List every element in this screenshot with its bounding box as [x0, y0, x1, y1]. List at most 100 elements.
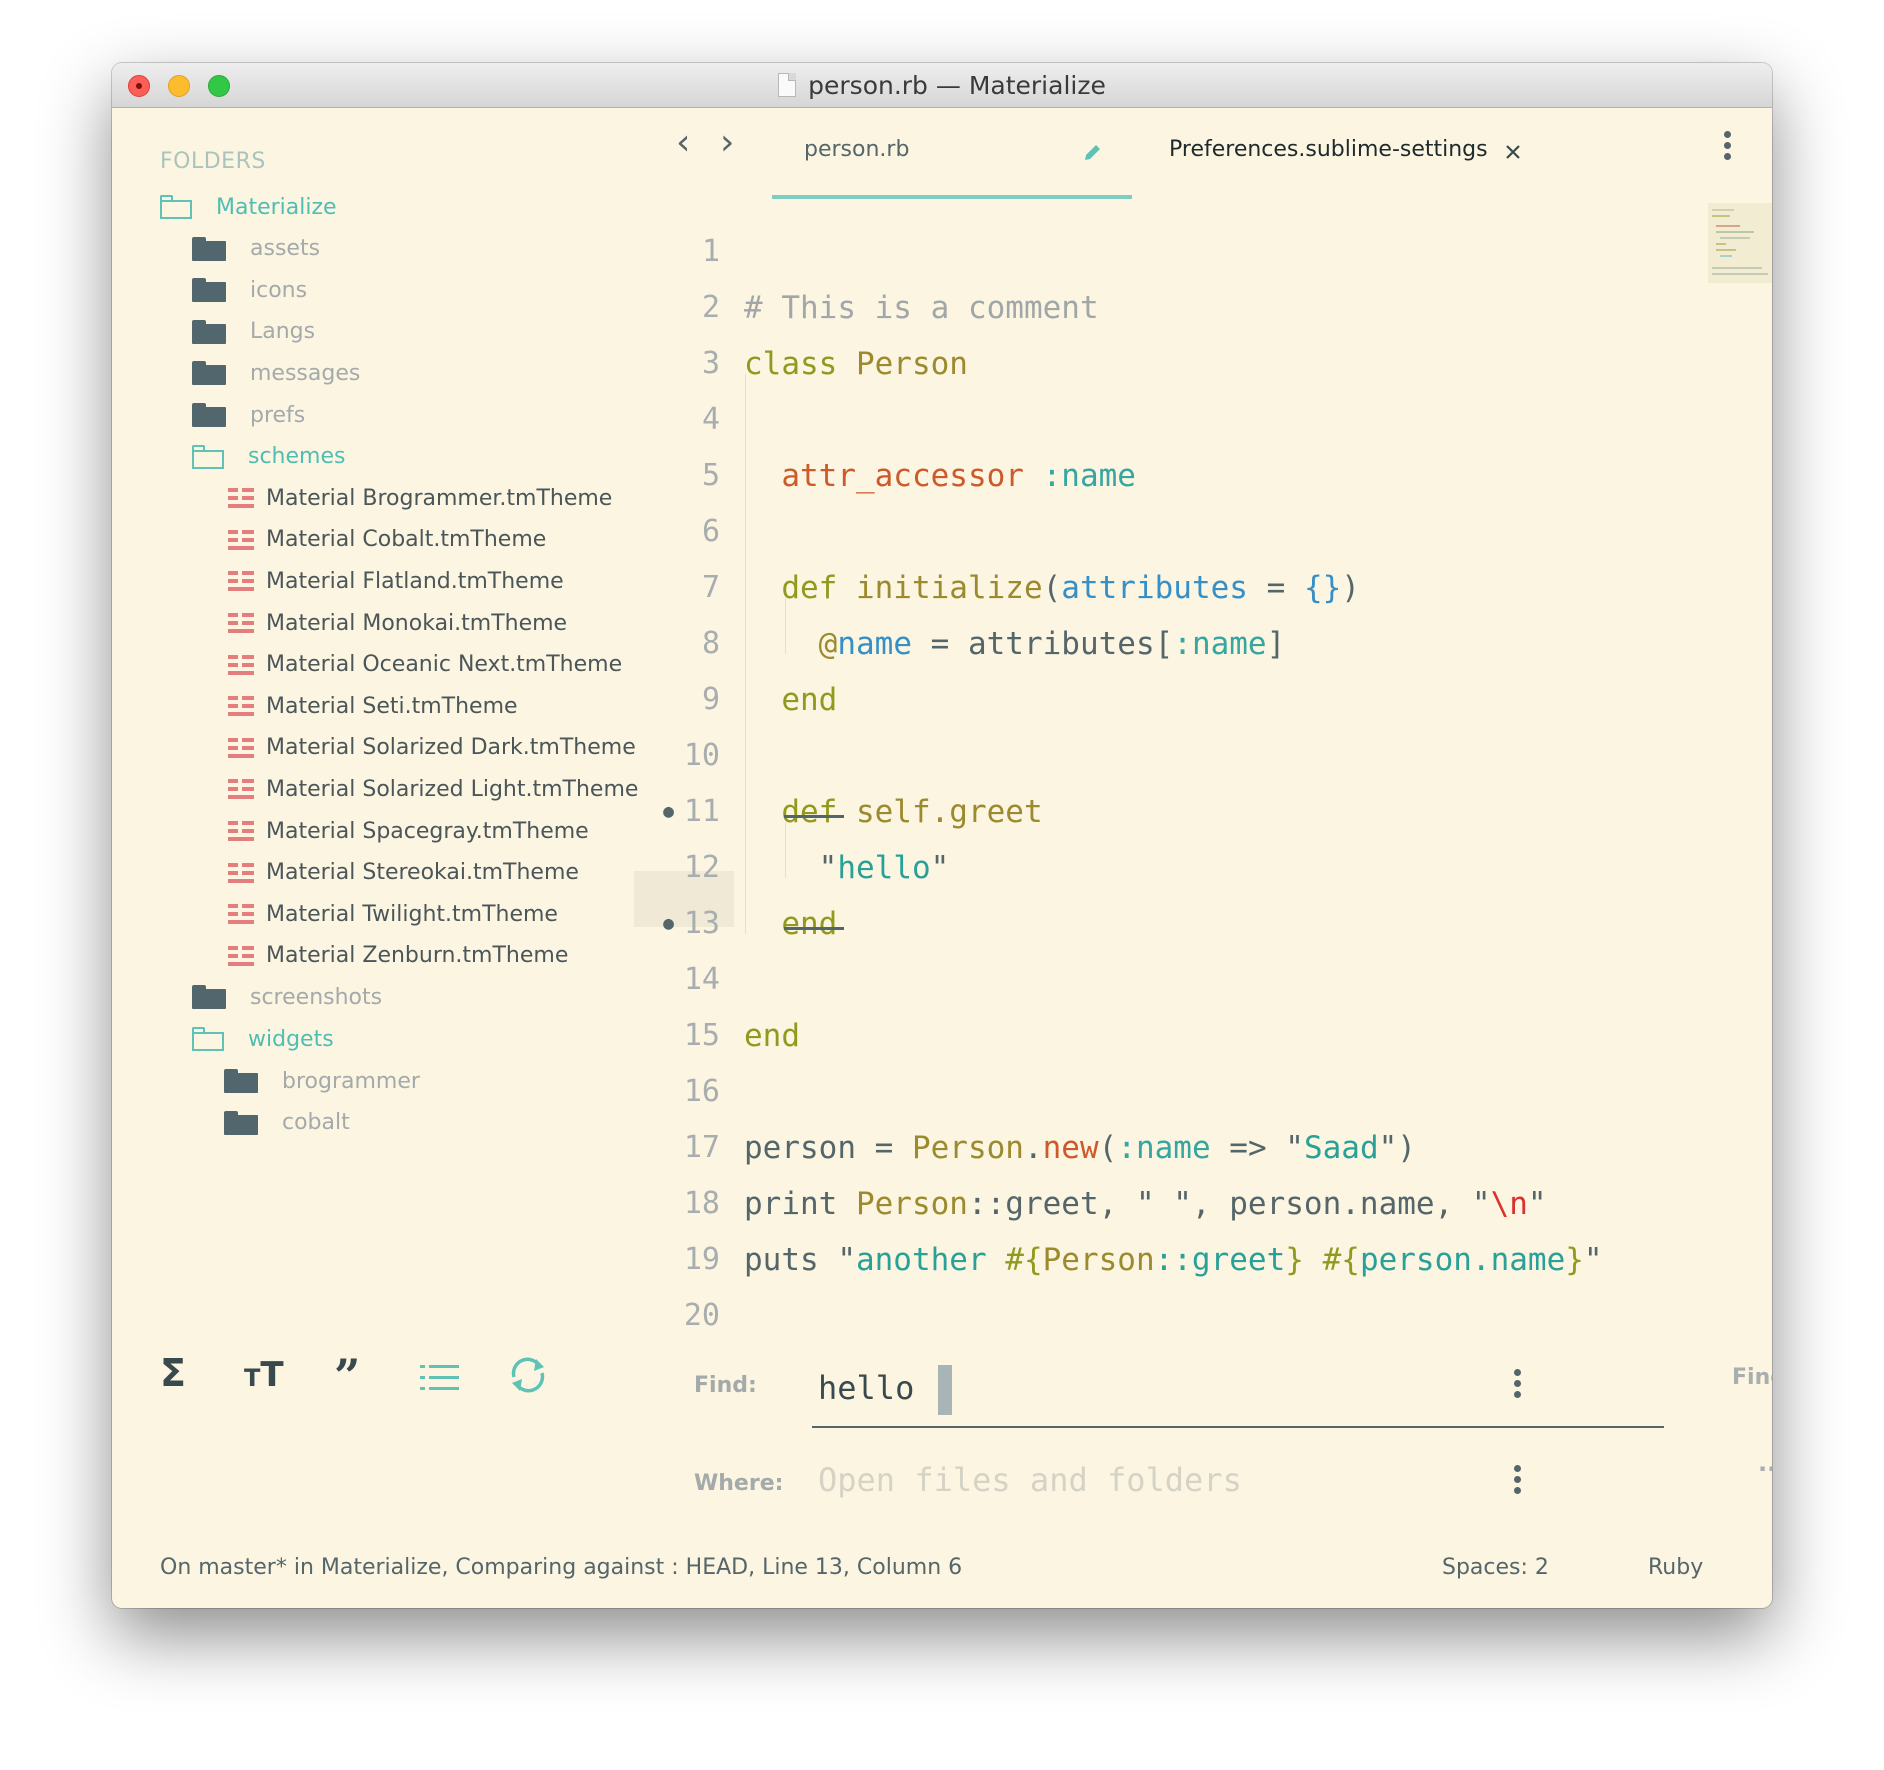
code-token: # This is a comment [744, 290, 1099, 326]
tree-item-label: Material Monokai.tmTheme [266, 610, 568, 636]
case-sensitive-icon[interactable]: TT [244, 1355, 284, 1395]
use-buffer-refresh-icon[interactable] [506, 1355, 550, 1395]
folder-item[interactable]: schemes [192, 437, 345, 477]
folder-item[interactable]: cobalt [224, 1103, 350, 1143]
window-title-wrap: person.rb — Materialize [112, 63, 1772, 107]
folder-icon [224, 1110, 258, 1135]
line-number: 4 [701, 402, 720, 437]
code-line[interactable] [744, 1288, 1603, 1344]
whole-word-quote-icon[interactable]: ” [334, 1349, 360, 1403]
code-token: print [744, 1186, 856, 1222]
code-line[interactable]: class Person [744, 336, 1603, 392]
forward-arrow-icon[interactable]: › [720, 125, 734, 161]
file-item[interactable]: Material Zenburn.tmTheme [228, 936, 568, 976]
code-line[interactable]: "hello" [744, 840, 1603, 896]
code-area[interactable]: # This is a comment class Person attr_acc… [744, 224, 1603, 1344]
code-line[interactable]: puts "another #{Person::greet} #{person.… [744, 1232, 1603, 1288]
file-item[interactable]: Material Seti.tmTheme [228, 686, 518, 726]
code-token: ::greet, " ", person.name, " [967, 1186, 1491, 1222]
folders-header: FOLDERS [160, 149, 266, 174]
folder-item[interactable]: icons [192, 270, 307, 310]
line-number: 13 ● [634, 896, 720, 952]
folder-item[interactable]: Langs [192, 312, 315, 352]
code-line[interactable]: end [744, 672, 1603, 728]
back-arrow-icon[interactable]: ‹ [676, 125, 690, 161]
file-item[interactable]: Material Spacegray.tmTheme [228, 811, 589, 851]
file-item[interactable]: Material Monokai.tmTheme [228, 603, 567, 643]
code-token: ( [1042, 570, 1062, 606]
code-line[interactable]: # This is a comment [744, 280, 1603, 336]
code-token: #{ [1005, 1242, 1043, 1278]
tab-preferences[interactable]: Preferences.sublime-settings [1169, 137, 1488, 162]
find-input[interactable]: hello [818, 1369, 914, 1407]
tree-item-label: screenshots [250, 984, 383, 1010]
line-number: 12 [683, 850, 720, 885]
folder-item[interactable]: messages [192, 353, 360, 393]
code-line[interactable] [744, 224, 1603, 280]
code-line[interactable]: end [744, 896, 1603, 952]
code-line[interactable] [744, 728, 1603, 784]
file-item[interactable]: Material Brogrammer.tmTheme [228, 478, 612, 518]
tree-item-label: brogrammer [282, 1068, 420, 1094]
code-token: " [744, 850, 838, 886]
folder-item[interactable]: brogrammer [224, 1061, 420, 1101]
tabs-more-menu-icon[interactable] [1724, 131, 1732, 164]
regex-sigma-icon[interactable]: Σ [160, 1351, 186, 1395]
line-number: 1 [701, 234, 720, 269]
folder-item[interactable]: prefs [192, 395, 305, 435]
code-line[interactable]: def initialize(attributes = {}) [744, 560, 1603, 616]
tab-person-rb[interactable]: person.rb [804, 137, 909, 162]
syntax-status[interactable]: Ruby [1648, 1555, 1703, 1580]
code-token: #{ [1322, 1242, 1360, 1278]
line-number: 10 [683, 738, 720, 773]
folder-item[interactable]: widgets [192, 1019, 334, 1059]
code-line[interactable]: @name = attributes[:name] [744, 616, 1603, 672]
file-item[interactable]: Material Cobalt.tmTheme [228, 520, 546, 560]
tab-label: Preferences.sublime-settings [1169, 137, 1488, 162]
close-icon[interactable] [1504, 143, 1522, 161]
folder-item[interactable]: Materialize [160, 187, 337, 227]
where-options-menu-icon[interactable] [1514, 1465, 1522, 1498]
where-browse-button[interactable]: ... [1758, 1449, 1772, 1477]
code-line[interactable]: attr_accessor :name [744, 448, 1603, 504]
minimap[interactable] [1708, 203, 1772, 283]
code-line[interactable] [744, 952, 1603, 1008]
file-item[interactable]: Material Solarized Dark.tmTheme [228, 728, 636, 768]
indentation-status[interactable]: Spaces: 2 [1442, 1555, 1549, 1580]
line-number: 19 [683, 1242, 720, 1277]
code-line[interactable]: print Person::greet, " ", person.name, "… [744, 1176, 1603, 1232]
code-line[interactable]: end [744, 1008, 1603, 1064]
code-token: @ [818, 626, 838, 662]
file-item[interactable]: Material Twilight.tmTheme [228, 894, 558, 934]
code-token: " [1527, 1186, 1547, 1222]
modified-line-marker: ● [663, 801, 674, 822]
tree-item-label: icons [250, 277, 308, 303]
code-line[interactable]: person = Person.new(:name => "Saad") [744, 1120, 1603, 1176]
show-context-list-icon[interactable] [420, 1363, 460, 1393]
code-token: " [930, 850, 950, 886]
file-item[interactable]: Material Flatland.tmTheme [228, 561, 564, 601]
document-proxy-icon[interactable] [778, 73, 797, 97]
tree-item-label: Material Spacegray.tmTheme [266, 818, 589, 844]
folder-icon [192, 361, 226, 386]
where-input[interactable]: Open files and folders [818, 1461, 1242, 1499]
find-options-menu-icon[interactable] [1514, 1369, 1522, 1402]
code-line[interactable] [744, 504, 1603, 560]
folder-item[interactable]: screenshots [192, 977, 382, 1017]
code-token: person = [744, 1130, 912, 1166]
code-line[interactable] [744, 392, 1603, 448]
file-item[interactable]: Material Solarized Light.tmTheme [228, 769, 638, 809]
find-button[interactable]: Find [1732, 1365, 1772, 1390]
where-label: Where: [694, 1471, 784, 1496]
file-item[interactable]: Material Stereokai.tmTheme [228, 853, 579, 893]
tree-item-label: Material Seti.tmTheme [266, 693, 518, 719]
file-item[interactable]: Material Oceanic Next.tmTheme [228, 645, 622, 685]
code-token: name [837, 626, 912, 662]
tree-item-label: Material Oceanic Next.tmTheme [266, 652, 623, 678]
code-line[interactable] [744, 1064, 1603, 1120]
folder-item[interactable]: assets [192, 229, 320, 269]
theme-file-icon [228, 944, 254, 968]
code-line[interactable]: def self.greet [744, 784, 1603, 840]
